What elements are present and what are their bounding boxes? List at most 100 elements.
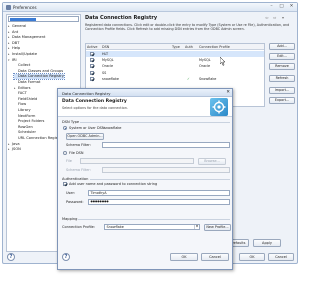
active-checkbox[interactable] (90, 70, 94, 75)
table-row[interactable]: MySQL MySQL (86, 57, 264, 63)
browse-button[interactable]: Browse... (198, 158, 226, 165)
tree-item-label: Data Connection Registry (18, 74, 64, 79)
open-odbc-admin-button[interactable]: Open ODBC Admin... (66, 133, 104, 140)
tree-item[interactable]: ▸ Ant (8, 30, 18, 35)
table-row[interactable]: Oracle Oracle (86, 63, 264, 69)
file-schema-filter-input[interactable] (102, 167, 230, 173)
add-button[interactable]: Add... (269, 43, 295, 50)
connection-profile-select[interactable]: Snowflake ▼ (104, 224, 200, 230)
forward-nav-icon[interactable]: ⇨ (273, 15, 276, 20)
file-label: File (66, 159, 72, 163)
close-icon[interactable]: ✕ (287, 4, 296, 10)
export-button[interactable]: Export... (269, 97, 295, 104)
tree-item[interactable]: RowGen (14, 125, 33, 130)
schema-filter-input[interactable] (102, 142, 230, 148)
maximize-icon[interactable]: □ (277, 4, 286, 10)
dsn-type-label: DSN Type (62, 120, 80, 124)
dsn-dialog: Data Connection Registry ✕ Data Connecti… (57, 88, 233, 270)
tree-filter-selection (10, 18, 36, 21)
tree-item[interactable]: ▸ Install/Update (8, 52, 37, 57)
profile-cell: MySQL (199, 58, 211, 63)
dsn-cell: snowflake (102, 76, 119, 81)
table-row[interactable]: HLT (86, 51, 264, 57)
tree-item[interactable]: Data Classes and Groups (14, 69, 63, 74)
password-input[interactable]: ●●●●●●●● (88, 199, 230, 205)
password-label: Password: (66, 200, 84, 204)
active-checkbox[interactable] (90, 64, 94, 69)
app-icon (6, 5, 11, 10)
system-user-dsn-radio[interactable] (63, 126, 67, 130)
tree-item[interactable]: URL Connection Registry (14, 136, 62, 141)
minimize-icon[interactable]: – (267, 4, 276, 10)
tree-item-label: Project Folders (18, 119, 45, 124)
add-credentials-checkbox[interactable] (63, 182, 67, 186)
table-row[interactable]: snowflake ✓ Snowflake (86, 76, 264, 82)
file-schema-filter-label: Schema Filter: (66, 168, 91, 172)
tree-item-label: IRI (12, 57, 17, 62)
edit-button[interactable]: Edit... (269, 53, 295, 60)
file-input[interactable] (80, 158, 194, 164)
dialog-cancel-button[interactable]: Cancel (201, 253, 229, 261)
new-profile-button[interactable]: New Profile... (204, 224, 231, 231)
active-checkbox[interactable] (90, 76, 94, 81)
refresh-button[interactable]: Refresh (269, 75, 295, 82)
back-nav-icon[interactable]: ⇦ (265, 15, 268, 20)
import-button[interactable]: Import... (269, 87, 295, 94)
group-divider (80, 122, 230, 123)
mapping-label: Mapping (62, 217, 78, 221)
authentication-label: Authentication (62, 177, 89, 181)
apply-button[interactable]: Apply (253, 239, 281, 247)
remove-button[interactable]: Remove (269, 63, 295, 70)
tree-item-label: FieldShield (18, 96, 38, 101)
tree-item[interactable]: Library (14, 108, 31, 113)
tree-item[interactable]: NextForm (14, 114, 35, 119)
tree-item[interactable]: ▸ General (8, 24, 26, 29)
tree-item[interactable]: ▸ Java (8, 142, 20, 147)
dialog-help-icon[interactable]: ? (62, 253, 70, 261)
tree-item[interactable]: Collect (14, 63, 30, 68)
tree-item[interactable]: ▸ DBT (8, 41, 19, 46)
help-icon[interactable]: ? (7, 253, 15, 261)
tree-filter-input[interactable] (8, 16, 79, 22)
tree-item[interactable]: ▸ Data Management (8, 35, 45, 40)
dialog-header: Data Connection Registry Select options … (58, 97, 232, 117)
tree-item-label: NextForm (18, 113, 36, 118)
tree-item-label: Scheduler (18, 130, 36, 135)
tree-item[interactable]: FieldShield (14, 97, 37, 102)
connection-profile-label: Connection Profile: (62, 225, 95, 229)
tree-item[interactable]: Flow (14, 102, 26, 107)
table-row[interactable]: SS (86, 70, 264, 76)
tree-item[interactable]: Scheduler (14, 130, 36, 135)
schema-filter-label: Schema Filter: (66, 143, 91, 147)
tree-item[interactable]: ▸ JSON (8, 147, 21, 152)
dsn-cell: SS (102, 70, 107, 75)
view-menu-icon[interactable]: ▾ (282, 15, 284, 20)
col-header: Active (87, 45, 98, 49)
system-user-dsn-label: System or User DSN: (69, 126, 106, 130)
tree-item[interactable]: Data Format (14, 80, 40, 85)
dsn-cell: MySQL (102, 58, 114, 63)
active-checkbox[interactable] (90, 58, 94, 63)
tree-item-label: Collect (18, 63, 31, 68)
tree-item[interactable]: Project Folders (14, 119, 44, 124)
dialog-ok-button[interactable]: OK (170, 253, 198, 261)
tree-item[interactable]: Data Connection Registry (13, 73, 65, 81)
tree-item[interactable]: ▸ Help (8, 46, 20, 51)
tree-item-label: DBT (12, 40, 20, 45)
user-input[interactable]: TimothyA (88, 190, 230, 196)
tree-item[interactable]: FACT (14, 91, 27, 96)
col-header: DSN (102, 45, 110, 49)
tree-item[interactable]: ▾ IRI (8, 58, 17, 63)
dialog-title: Data Connection Registry (62, 90, 111, 96)
active-checkbox[interactable] (90, 52, 94, 56)
dsn-cell: HLT (102, 52, 109, 56)
tree-item-label: Library (18, 108, 31, 112)
group-divider (78, 219, 230, 220)
chevron-down-icon: ▼ (194, 225, 198, 229)
cancel-button[interactable]: Cancel (268, 253, 294, 261)
ok-button[interactable]: OK (239, 253, 265, 261)
file-dsn-radio[interactable] (63, 151, 67, 155)
dialog-close-icon[interactable]: ✕ (226, 90, 230, 96)
tree-item-label: Java (12, 141, 20, 146)
tree-item[interactable]: ▸ Editors (14, 86, 31, 91)
